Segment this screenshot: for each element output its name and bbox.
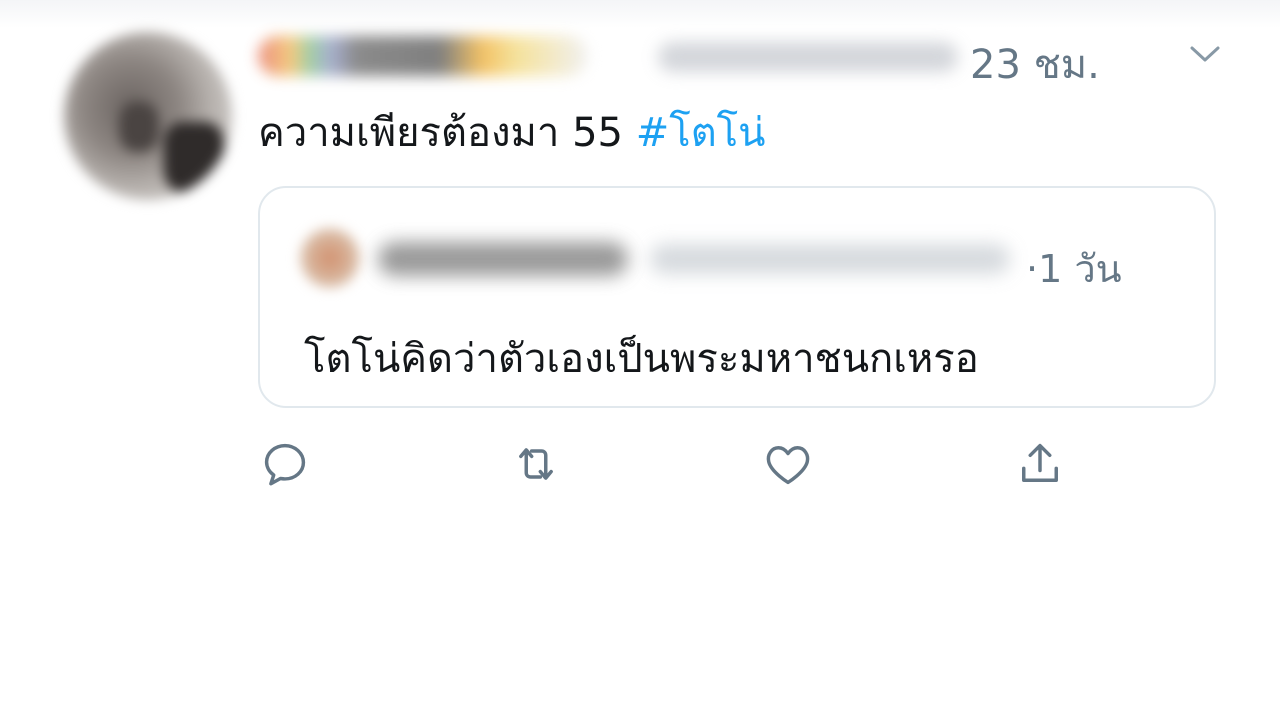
chevron-down-icon[interactable] <box>1188 40 1222 68</box>
tweet-text: ความเพียรต้องมา 55 #โตโน่ <box>258 100 766 164</box>
quoted-avatar[interactable] <box>300 228 360 288</box>
quoted-author-handle-blurred <box>650 244 1010 274</box>
reply-icon[interactable] <box>257 436 313 492</box>
quoted-text: โตโน่คิดว่าตัวเองเป็นพระมหาชนกเหรอ <box>304 336 979 382</box>
author-handle-blurred[interactable] <box>658 42 958 72</box>
quoted-timestamp: ·1 วัน <box>1026 247 1122 291</box>
tweet-header: 23 ชม. <box>258 26 1238 88</box>
hashtag-link[interactable]: #โตโน่ <box>636 110 766 156</box>
share-icon[interactable] <box>1012 436 1068 492</box>
retweet-icon[interactable] <box>508 436 564 492</box>
like-icon[interactable] <box>760 436 816 492</box>
tweet-body: ความเพียรต้องมา 55 <box>258 110 623 156</box>
tweet[interactable]: 23 ชม. ความเพียรต้องมา 55 #โตโน่ ·1 วัน … <box>0 0 1280 720</box>
quoted-author-name-blurred <box>378 242 628 276</box>
avatar[interactable] <box>64 32 232 200</box>
author-name-blurred[interactable] <box>258 36 588 76</box>
tweet-actions <box>0 436 1280 506</box>
tweet-timestamp[interactable]: 23 ชม. <box>970 32 1100 96</box>
quoted-tweet[interactable]: ·1 วัน โตโน่คิดว่าตัวเองเป็นพระมหาชนกเหร… <box>258 186 1216 408</box>
